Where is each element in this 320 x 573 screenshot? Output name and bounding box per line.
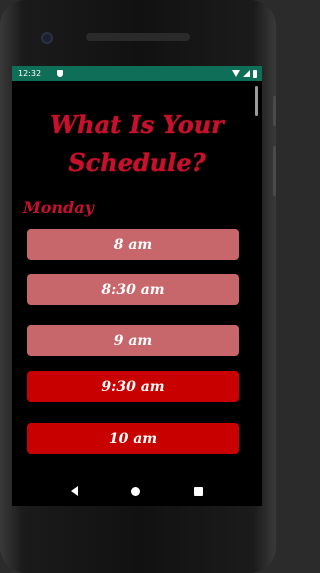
shield-icon: [57, 70, 64, 77]
earpiece-speaker: [86, 33, 190, 41]
home-icon[interactable]: [131, 486, 141, 496]
time-slot-830am[interactable]: 8:30 am: [27, 274, 239, 305]
status-icons: [232, 69, 257, 78]
time-slot-label: 9 am: [113, 332, 153, 349]
recents-icon[interactable]: [194, 486, 204, 496]
wifi-icon: [232, 70, 240, 77]
time-slot-label: 10 am: [108, 430, 158, 447]
time-slot-label: 8 am: [113, 236, 153, 253]
page-title: What Is Your Schedule?: [12, 106, 262, 182]
day-label: Monday: [23, 198, 94, 217]
front-camera-icon: [41, 32, 53, 44]
volume-button: [273, 146, 276, 196]
status-bar: 12:32: [12, 66, 262, 81]
power-button: [273, 96, 276, 126]
signal-icon: [243, 70, 250, 77]
time-slot-930am[interactable]: 9:30 am: [27, 371, 239, 402]
time-slot-9am[interactable]: 9 am: [27, 325, 239, 356]
battery-icon: [253, 69, 257, 78]
app-screen: 12:32 What Is Your Schedule? Monday 8 am…: [12, 66, 262, 506]
navigation-bar: [12, 476, 262, 506]
time-slot-label: 9:30 am: [101, 378, 165, 395]
page-title-line2: Schedule?: [68, 148, 206, 177]
page-title-line1: What Is Your: [50, 110, 224, 139]
back-icon[interactable]: [70, 486, 78, 496]
time-slot-10am[interactable]: 10 am: [27, 423, 239, 454]
top-bezel: [0, 0, 276, 66]
time-slot-8am[interactable]: 8 am: [27, 229, 239, 260]
time-slot-label: 8:30 am: [101, 281, 165, 298]
phone-frame: 12:32 What Is Your Schedule? Monday 8 am…: [0, 0, 276, 573]
status-time: 12:32: [18, 69, 42, 78]
